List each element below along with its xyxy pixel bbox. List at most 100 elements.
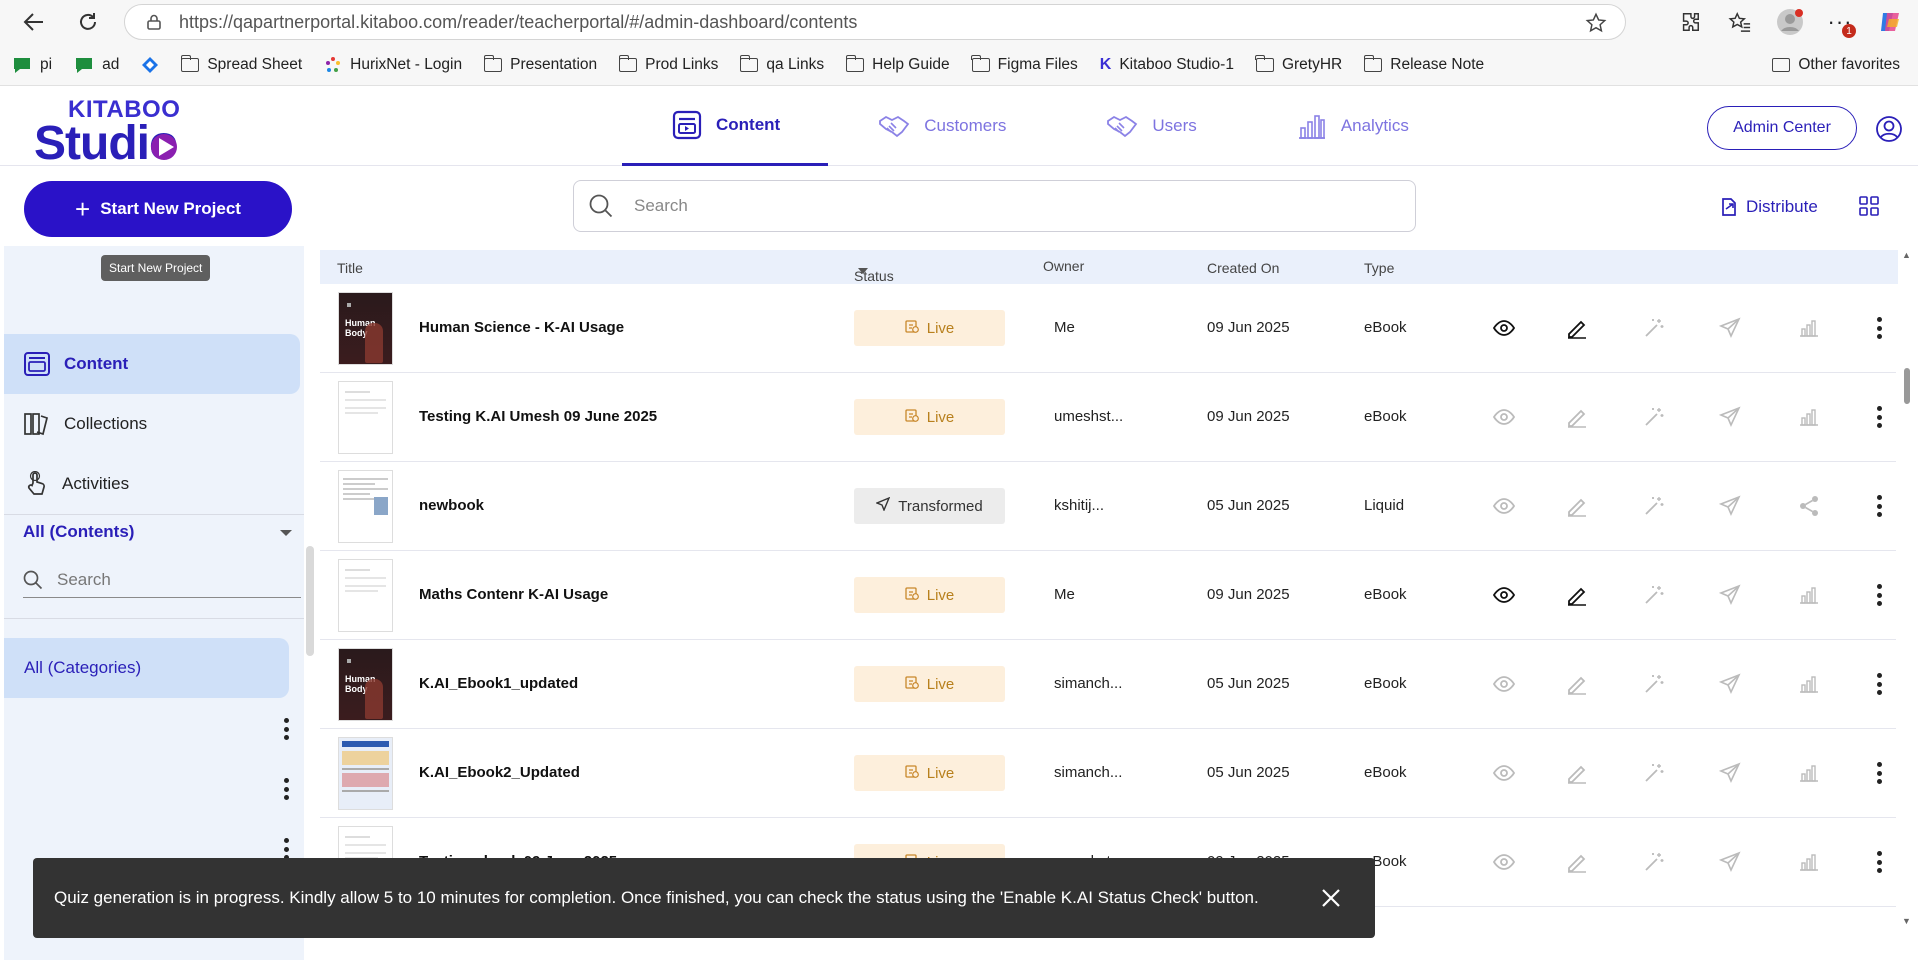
content-filter-dropdown[interactable]: All (Contents) [23, 522, 134, 542]
analytics-icon[interactable] [1796, 582, 1822, 608]
content-thumbnail[interactable] [338, 470, 393, 543]
share-icon[interactable] [1796, 493, 1822, 519]
bookmark-diamond[interactable] [141, 56, 159, 74]
content-title[interactable]: newbook [419, 497, 484, 514]
table-row[interactable]: Human Body K.AI_Ebook1_updated Live siman… [320, 640, 1896, 729]
send-icon[interactable] [1717, 493, 1743, 519]
send-icon[interactable] [1717, 582, 1743, 608]
send-icon[interactable] [1717, 760, 1743, 786]
send-icon[interactable] [1717, 671, 1743, 697]
bookmark-gretyhr[interactable]: GretyHR [1255, 54, 1342, 74]
edit-pencil-icon[interactable] [1564, 582, 1590, 608]
column-owner[interactable]: Owner [1043, 258, 1084, 274]
start-new-project-button[interactable]: + Start New Project [24, 181, 292, 237]
scroll-up-arrow-icon[interactable]: ▲ [1902, 250, 1911, 260]
preview-eye-icon[interactable] [1491, 760, 1517, 786]
table-row[interactable]: Maths Contenr K-AI Usage Live Me 09 Jun … [320, 551, 1896, 640]
magic-wand-icon[interactable] [1641, 671, 1667, 697]
row-menu-button[interactable] [1876, 584, 1882, 606]
tab-analytics[interactable]: Analytics [1247, 86, 1459, 166]
magic-wand-icon[interactable] [1641, 315, 1667, 341]
magic-wand-icon[interactable] [1641, 582, 1667, 608]
content-thumbnail[interactable] [338, 381, 393, 454]
content-title[interactable]: Testing K.AI Umesh 09 June 2025 [419, 408, 657, 425]
column-type[interactable]: Type [1364, 260, 1394, 276]
category-menu-button[interactable] [283, 838, 289, 860]
sidebar-search-input[interactable]: Search [23, 562, 301, 598]
bookmark-hurixnet[interactable]: HurixNet - Login [324, 56, 462, 74]
row-menu-button[interactable] [1876, 495, 1882, 517]
category-menu-button[interactable] [283, 718, 289, 740]
address-bar[interactable]: https://qapartnerportal.kitaboo.com/read… [124, 4, 1626, 40]
user-account-icon[interactable] [1876, 116, 1902, 142]
table-row[interactable]: Testing K.AI Umesh 09 June 2025 Live ume… [320, 373, 1896, 462]
category-menu-button[interactable] [283, 778, 289, 800]
row-menu-button[interactable] [1876, 851, 1882, 873]
edit-pencil-icon[interactable] [1564, 849, 1590, 875]
settings-more-button[interactable]: ··· 1 [1826, 8, 1856, 38]
profile-avatar[interactable] [1776, 8, 1804, 36]
content-thumbnail[interactable]: Human Body [338, 292, 393, 365]
preview-eye-icon[interactable] [1491, 671, 1517, 697]
preview-eye-icon[interactable] [1491, 404, 1517, 430]
kitaboo-studio-logo[interactable]: KITABOO Studio [34, 98, 180, 168]
bookmark-spread-sheet[interactable]: Spread Sheet [180, 54, 302, 74]
bookmark-prod-links[interactable]: Prod Links [618, 54, 718, 74]
bookmark-figma-files[interactable]: Figma Files [971, 54, 1078, 74]
magic-wand-icon[interactable] [1641, 404, 1667, 430]
column-created-on[interactable]: Created On [1207, 260, 1279, 276]
sidebar-item-content[interactable]: Content [4, 334, 300, 394]
scroll-down-arrow-icon[interactable]: ▼ [1902, 916, 1911, 926]
bookmark-other-favorites[interactable]: Other favorites [1772, 44, 1900, 86]
refresh-button[interactable] [68, 4, 108, 40]
copilot-button[interactable] [1876, 8, 1904, 36]
bookmark-pi[interactable]: pi [12, 56, 52, 74]
magic-wand-icon[interactable] [1641, 760, 1667, 786]
content-title[interactable]: K.AI_Ebook1_updated [419, 675, 578, 692]
distribute-button[interactable]: Distribute [1720, 197, 1818, 217]
bookmark-ad[interactable]: ad [74, 56, 119, 74]
table-scrollbar[interactable] [1904, 368, 1910, 404]
bookmark-kitaboo-studio[interactable]: K Kitaboo Studio-1 [1100, 56, 1234, 74]
edit-pencil-icon[interactable] [1564, 315, 1590, 341]
back-button[interactable] [14, 4, 54, 40]
category-all[interactable]: All (Categories) [4, 638, 289, 698]
send-icon[interactable] [1717, 404, 1743, 430]
analytics-icon[interactable] [1796, 315, 1822, 341]
sidebar-item-collections[interactable]: Collections [4, 394, 300, 454]
tab-users[interactable]: Users [1056, 86, 1246, 166]
content-title[interactable]: Human Science - K-AI Usage [419, 319, 624, 336]
edit-pencil-icon[interactable] [1564, 760, 1590, 786]
row-menu-button[interactable] [1876, 762, 1882, 784]
send-icon[interactable] [1717, 315, 1743, 341]
content-search-input[interactable]: Search [573, 180, 1416, 232]
preview-eye-icon[interactable] [1491, 582, 1517, 608]
edit-pencil-icon[interactable] [1564, 493, 1590, 519]
column-title[interactable]: Title [337, 260, 363, 276]
table-row[interactable]: K.AI_Ebook2_Updated Live simanch... 05 J… [320, 729, 1896, 818]
magic-wand-icon[interactable] [1641, 493, 1667, 519]
row-menu-button[interactable] [1876, 673, 1882, 695]
admin-center-button[interactable]: Admin Center [1707, 106, 1857, 150]
analytics-icon[interactable] [1796, 760, 1822, 786]
edit-pencil-icon[interactable] [1564, 404, 1590, 430]
tab-customers[interactable]: Customers [828, 86, 1056, 166]
row-menu-button[interactable] [1876, 406, 1882, 428]
preview-eye-icon[interactable] [1491, 315, 1517, 341]
grid-view-icon[interactable] [1859, 196, 1879, 216]
bookmark-help-guide[interactable]: Help Guide [845, 54, 950, 74]
extensions-button[interactable] [1676, 8, 1704, 36]
sidebar-scrollbar[interactable] [306, 546, 314, 656]
bookmark-qa-links[interactable]: qa Links [739, 54, 824, 74]
analytics-icon[interactable] [1796, 404, 1822, 430]
preview-eye-icon[interactable] [1491, 849, 1517, 875]
bookmark-presentation[interactable]: Presentation [483, 54, 597, 74]
table-row[interactable]: newbook Transformed kshitij... 05 Jun 20… [320, 462, 1896, 551]
content-thumbnail[interactable] [338, 737, 393, 810]
close-icon[interactable] [1320, 887, 1342, 909]
content-title[interactable]: K.AI_Ebook2_Updated [419, 764, 580, 781]
tab-content[interactable]: Content [622, 86, 829, 166]
caret-down-icon[interactable] [280, 530, 292, 536]
content-thumbnail[interactable]: Human Body [338, 648, 393, 721]
row-menu-button[interactable] [1876, 317, 1882, 339]
